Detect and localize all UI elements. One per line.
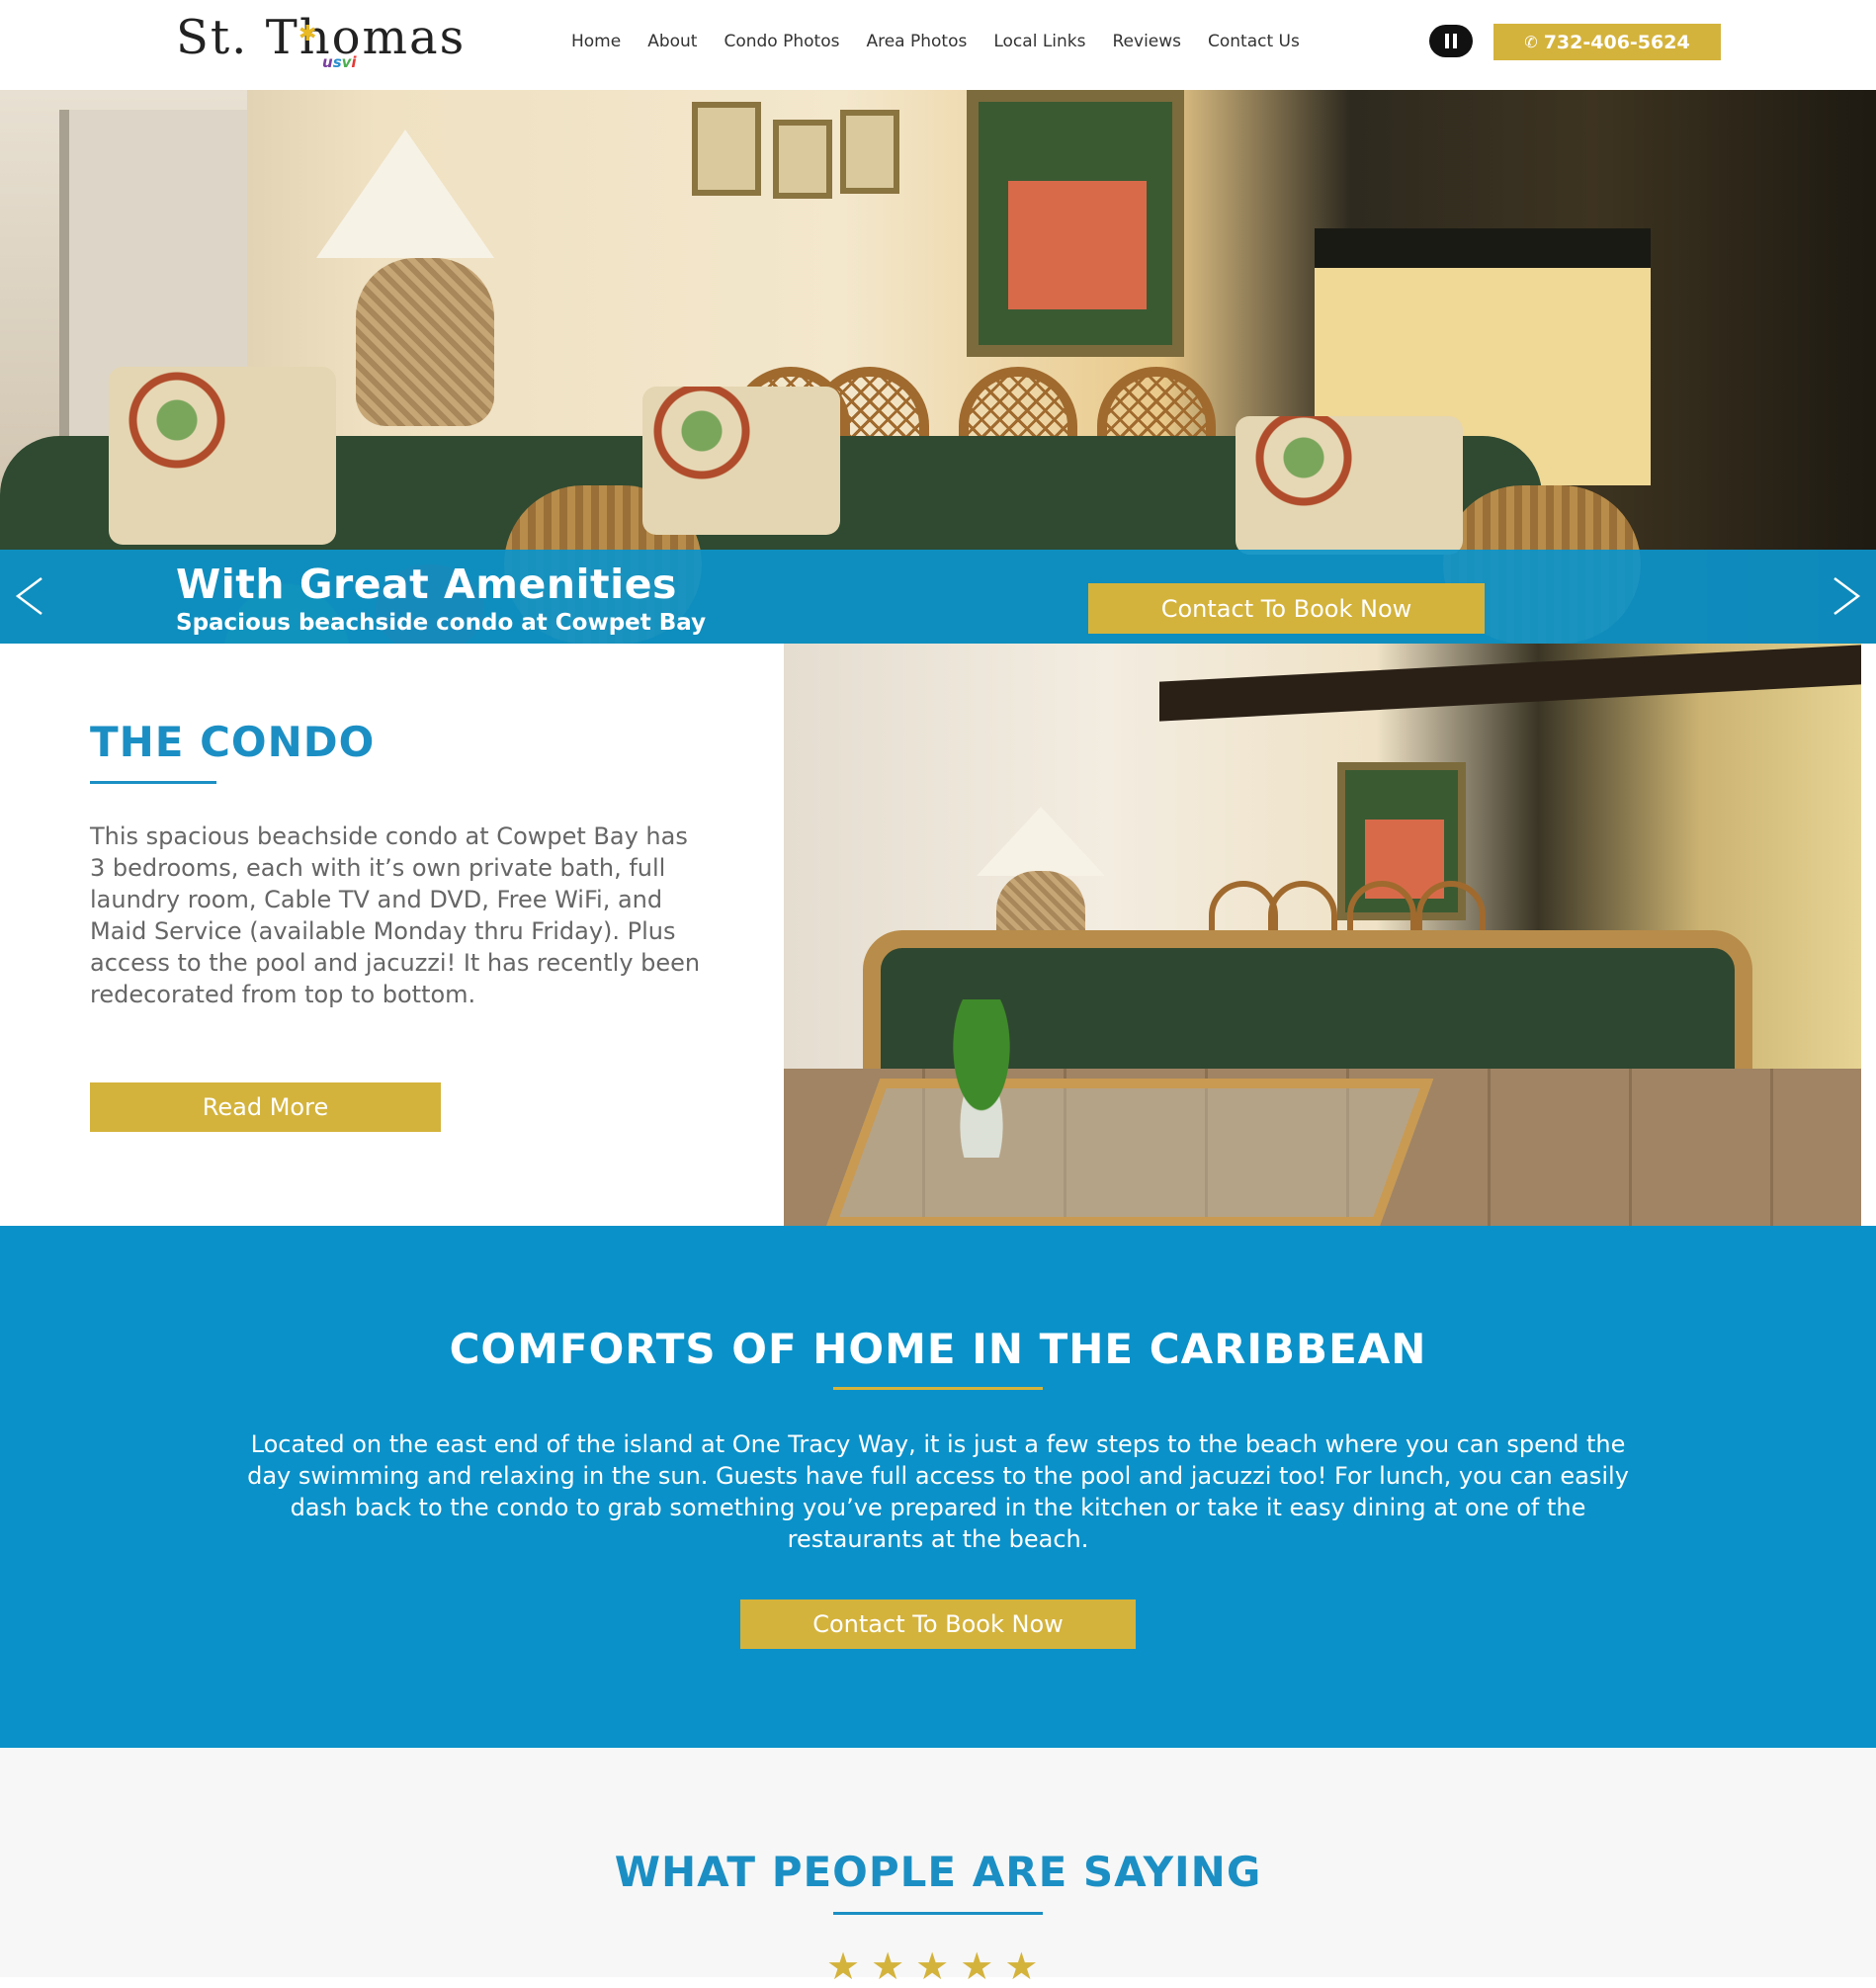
nav-item-area-photos[interactable]: Area Photos [866,30,967,53]
star-rating: ★ ★ ★ ★ ★ [826,1947,1038,1985]
nav-item-home[interactable]: Home [571,30,621,53]
logo-sub-letter: v [341,53,352,71]
hero-contact-button[interactable]: Contact To Book Now [1088,583,1485,634]
condo-heading: THE CONDO [90,718,376,766]
logo-sub-letter: i [351,53,357,71]
phone-button[interactable]: ✆ 732-406-5624 [1493,24,1721,60]
reviews-heading: WHAT PEOPLE ARE SAYING [614,1848,1262,1896]
nav-item-reviews[interactable]: Reviews [1113,30,1182,53]
heading-divider [90,781,216,784]
condo-description: This spacious beachside condo at Cowpet … [90,822,701,1008]
nav-item-contact-us[interactable]: Contact Us [1208,30,1300,53]
logo-text: St. Thomas [176,10,467,65]
phone-icon: ✆ [1524,33,1538,51]
logo-subtext: usvi [322,53,357,71]
site-logo[interactable]: St. Thomas ✱ usvi [176,10,472,75]
read-more-button[interactable]: Read More [90,1082,441,1132]
star-icon: ★ [1004,1945,1039,1988]
condo-photo [784,644,1861,1226]
logo-sub-letter: u [322,53,333,71]
chevron-right-icon[interactable] [1829,575,1864,617]
main-nav: Home About Condo Photos Area Photos Loca… [571,30,1300,53]
heading-divider [833,1912,1043,1915]
comforts-heading: COMFORTS OF HOME IN THE CARIBBEAN [449,1325,1427,1373]
comforts-description: Located on the east end of the island at… [247,1430,1629,1553]
nav-item-condo-photos[interactable]: Condo Photos [724,30,839,53]
phone-number: 732-406-5624 [1543,31,1690,53]
logo-star-icon: ✱ [298,22,317,46]
star-icon: ★ [826,1945,861,1988]
chevron-left-icon[interactable] [12,575,47,617]
logo-sub-letter: s [332,53,342,71]
site-header: St. Thomas ✱ usvi Home About Condo Photo… [0,0,1876,90]
nav-item-local-links[interactable]: Local Links [993,30,1085,53]
pause-icon[interactable] [1429,25,1473,57]
star-icon: ★ [960,1945,994,1988]
hero-subtitle: Spacious beachside condo at Cowpet Bay [176,610,707,636]
heading-divider [833,1387,1043,1390]
comforts-contact-button[interactable]: Contact To Book Now [740,1599,1136,1649]
hero-title: With Great Amenities [176,561,677,608]
star-icon: ★ [871,1945,905,1988]
nav-item-about[interactable]: About [647,30,697,53]
star-icon: ★ [915,1945,950,1988]
